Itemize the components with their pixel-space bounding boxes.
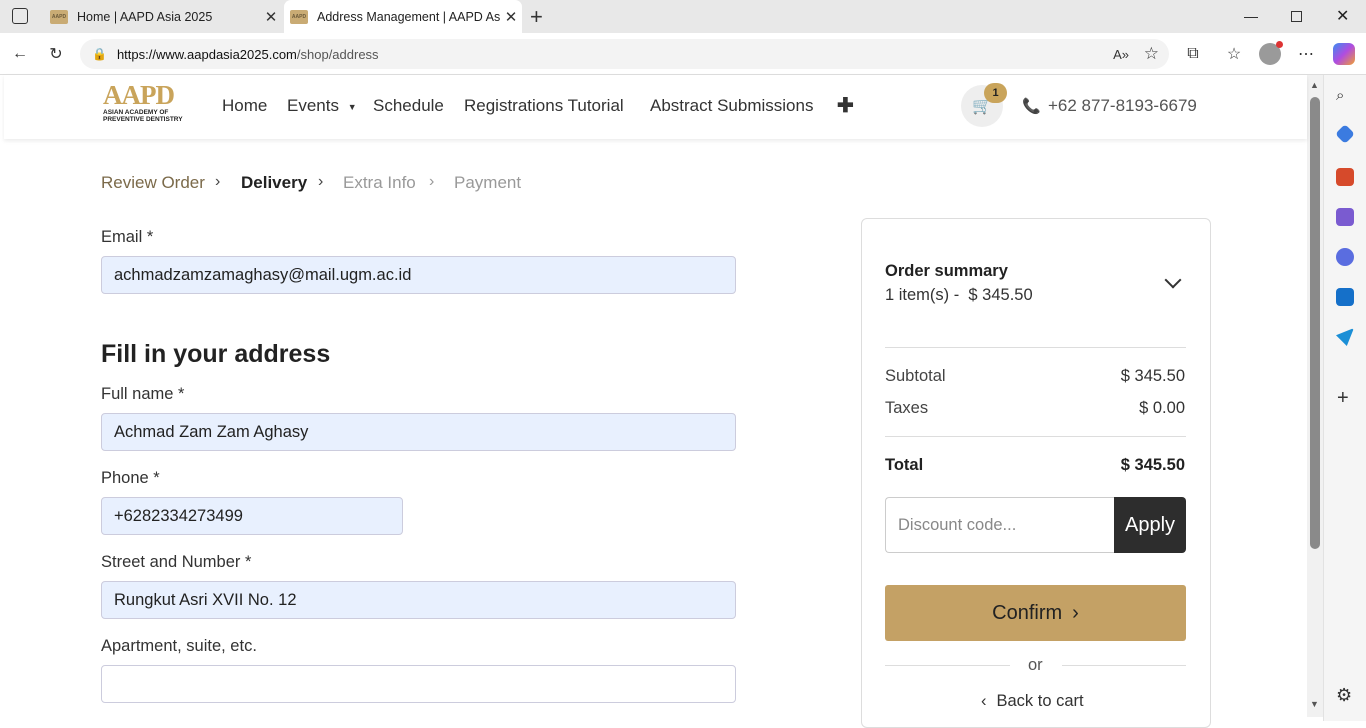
divider-left [885, 665, 1010, 666]
nav-events[interactable]: Events ▼ [287, 96, 357, 116]
lock-icon[interactable]: 🔒 [92, 47, 107, 61]
order-item-count: 1 item(s) - $ 345.50 [885, 286, 1033, 304]
profile-notification-dot [1276, 41, 1283, 48]
chevron-right-icon: › [318, 173, 324, 190]
divider [885, 347, 1186, 348]
minimize-button[interactable]: — [1244, 8, 1258, 24]
discount-code-input[interactable]: Discount code... [885, 497, 1115, 553]
close-window-button[interactable]: ✕ [1336, 6, 1349, 26]
restore-button[interactable] [1291, 11, 1302, 22]
back-icon[interactable]: ← [8, 42, 32, 66]
chevron-right-icon: › [1072, 601, 1079, 624]
apartment-label: Apartment, suite, etc. [101, 637, 257, 655]
or-separator: or [1028, 656, 1043, 674]
phone-field[interactable]: +6282334273499 [101, 497, 403, 535]
nav-schedule[interactable]: Schedule [373, 96, 444, 116]
close-tab-icon[interactable]: ✕ [260, 8, 282, 26]
browser-toolbar: ← ↻ 🔒 https://www.aapdasia2025.com/shop/… [0, 33, 1366, 75]
logo-text: AAPD [103, 80, 175, 110]
back-to-cart-link[interactable]: ‹ Back to cart [981, 692, 1084, 711]
add-sidebar-icon[interactable]: + [1337, 387, 1349, 410]
logo-subtitle-1: ASIAN ACADEMY OF [103, 109, 169, 116]
aapd-favicon-icon: AAPD [290, 9, 308, 24]
apartment-field[interactable] [101, 665, 736, 703]
step-review-order[interactable]: Review Order [101, 173, 205, 193]
aapd-favicon-icon: AAPD [50, 9, 68, 24]
address-bar[interactable]: 🔒 https://www.aapdasia2025.com/shop/addr… [80, 39, 1169, 69]
tab-address-management[interactable]: AAPD Address Management | AAPD Asia 2025… [284, 0, 522, 33]
subtotal-label: Subtotal [885, 367, 946, 385]
tab-actions-icon[interactable] [12, 8, 28, 24]
favorite-star-icon[interactable]: ☆ [1144, 44, 1159, 64]
phone-number-link[interactable]: +62 877-8193-6679 [1048, 96, 1197, 116]
tab-title: Address Management | AAPD Asia 2025 [317, 9, 500, 24]
aapd-logo[interactable]: AAPD ASIAN ACADEMY OF PREVENTIVE DENTIST… [103, 82, 187, 126]
confirm-button[interactable]: Confirm › [885, 585, 1186, 641]
step-delivery: Delivery [241, 173, 308, 192]
nav-abstract-submissions[interactable]: Abstract Submissions [650, 96, 813, 116]
read-aloud-icon[interactable]: A» [1113, 47, 1129, 62]
logo-subtitle-2: PREVENTIVE DENTISTRY [103, 116, 183, 123]
taxes-label: Taxes [885, 399, 929, 417]
chevron-right-icon: › [429, 173, 435, 190]
edge-sidebar: ⌕ + ⚙ [1323, 75, 1366, 721]
microsoft-365-icon[interactable] [1336, 248, 1354, 266]
nav-home[interactable]: Home [222, 96, 267, 116]
order-summary-title[interactable]: Order summary [885, 262, 1008, 281]
close-tab-icon[interactable]: ✕ [500, 8, 522, 26]
fullname-field[interactable]: Achmad Zam Zam Aghasy [101, 413, 736, 451]
subtotal-value: $ 345.50 [1120, 367, 1185, 385]
search-icon[interactable]: ⌕ [1336, 87, 1354, 105]
url-path: /shop/address [296, 46, 379, 62]
fullname-label: Full name * [101, 385, 185, 403]
tools-icon[interactable] [1336, 168, 1354, 186]
outlook-icon[interactable] [1336, 288, 1354, 306]
settings-gear-icon[interactable]: ⚙ [1336, 685, 1352, 706]
tab-title: Home | AAPD Asia 2025 [77, 9, 213, 24]
browser-tab-bar: AAPD Home | AAPD Asia 2025 ✕ AAPD Addres… [0, 0, 1366, 33]
confirm-label: Confirm [992, 601, 1063, 624]
chevron-left-icon: ‹ [981, 692, 987, 710]
total-value: $ 345.50 [1120, 456, 1185, 474]
tab-home[interactable]: AAPD Home | AAPD Asia 2025 ✕ [44, 0, 282, 33]
nav-events-label: Events [287, 96, 339, 115]
divider-right [1062, 665, 1186, 666]
cart-count-badge: 1 [984, 83, 1007, 103]
shopping-tag-icon[interactable] [1335, 124, 1355, 144]
caret-down-icon: ▼ [347, 101, 357, 112]
phone-label: Phone * [101, 469, 160, 487]
refresh-icon[interactable]: ↻ [44, 42, 68, 66]
favorites-icon[interactable]: ☆ [1222, 42, 1246, 66]
scroll-up-arrow-icon[interactable]: ▲ [1310, 80, 1319, 90]
back-to-cart-label: Back to cart [996, 692, 1084, 710]
total-label: Total [885, 456, 924, 474]
step-payment: Payment [454, 173, 522, 192]
extensions-icon[interactable]: ⧉ [1181, 42, 1205, 66]
copilot-icon[interactable] [1333, 43, 1355, 65]
nav-registrations-tutorial[interactable]: Registrations Tutorial [464, 96, 624, 116]
url-domain: https://www.aapdasia2025.com [116, 46, 297, 62]
email-label: Email * [101, 228, 154, 246]
street-label: Street and Number * [101, 553, 252, 571]
send-icon[interactable] [1336, 328, 1354, 346]
step-extra-info: Extra Info [343, 173, 416, 192]
chevron-right-icon: › [215, 173, 221, 190]
email-field[interactable]: achmadzamzamaghasy@mail.ugm.ac.id [101, 256, 736, 294]
apply-discount-button[interactable]: Apply [1114, 497, 1186, 553]
new-tab-button[interactable]: + [530, 4, 543, 30]
more-options-icon[interactable]: ⋯ [1294, 42, 1318, 66]
street-field[interactable]: Rungkut Asri XVII No. 12 [101, 581, 736, 619]
nav-more-plus-icon[interactable]: ✚ [837, 93, 854, 118]
scroll-down-arrow-icon[interactable]: ▼ [1310, 699, 1319, 709]
taxes-value: $ 0.00 [1139, 399, 1185, 417]
phone-icon: 📞 [1022, 98, 1041, 115]
games-icon[interactable] [1336, 208, 1354, 226]
address-heading: Fill in your address [101, 340, 331, 368]
scrollbar-thumb[interactable] [1310, 97, 1320, 549]
divider [885, 436, 1186, 437]
